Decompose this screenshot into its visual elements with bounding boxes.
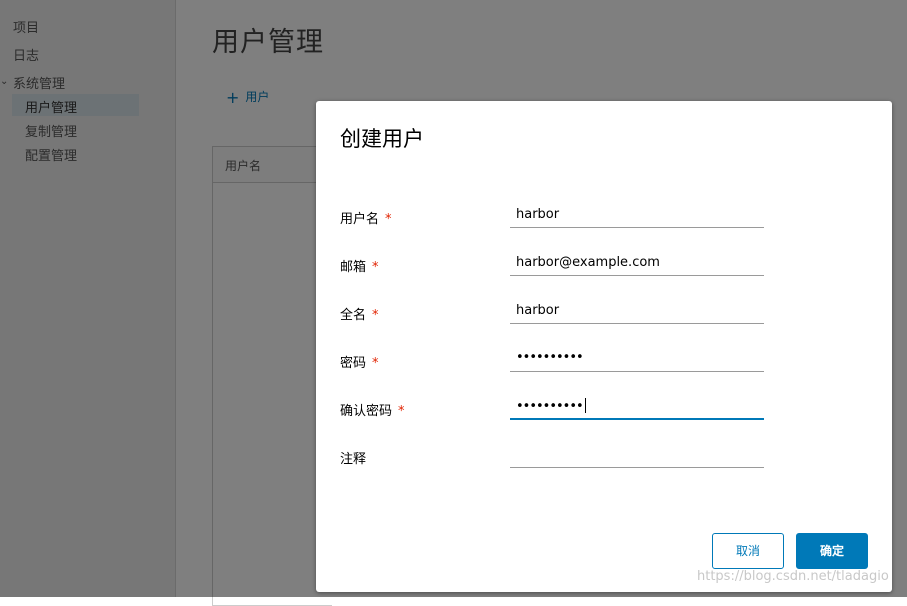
comment-input[interactable] xyxy=(510,442,764,468)
dialog-title: 创建用户 xyxy=(340,127,424,151)
fullname-input[interactable] xyxy=(510,298,764,324)
username-label: 用户名 xyxy=(340,212,380,227)
username-input[interactable] xyxy=(510,202,764,228)
email-label: 邮箱 xyxy=(340,260,367,275)
required-mark: * xyxy=(372,356,379,371)
create-user-dialog: 创建用户 用户名 * 邮箱 * 全名 * 密码 * •••••••••• 确认密码 * •… xyxy=(316,101,892,592)
email-label-wrap: 邮箱 * xyxy=(340,256,379,275)
form-row-password: 密码 * •••••••••• xyxy=(316,346,892,386)
confirm-password-value-wrap: •••••••••• xyxy=(516,398,586,414)
ok-button[interactable]: 确定 xyxy=(796,533,868,569)
fullname-label-wrap: 全名 * xyxy=(340,304,379,323)
form-row-email: 邮箱 * xyxy=(316,250,892,290)
form-row-comment: 注释 xyxy=(316,442,892,482)
required-mark: * xyxy=(372,308,379,323)
password-label-wrap: 密码 * xyxy=(340,352,379,371)
cancel-button[interactable]: 取消 xyxy=(712,533,784,569)
username-label-wrap: 用户名 * xyxy=(340,208,392,227)
comment-label: 注释 xyxy=(340,452,367,467)
required-mark: * xyxy=(398,404,405,419)
text-caret xyxy=(584,398,586,413)
fullname-label: 全名 xyxy=(340,308,367,323)
form-row-confirm-password: 确认密码 * •••••••••• xyxy=(316,394,892,434)
form-row-fullname: 全名 * xyxy=(316,298,892,338)
required-mark: * xyxy=(372,260,379,275)
confirm-password-value: •••••••••• xyxy=(516,399,584,414)
confirm-password-label-wrap: 确认密码 * xyxy=(340,400,405,419)
watermark: https://blog.csdn.net/tladagio xyxy=(697,569,889,584)
confirm-password-label: 确认密码 xyxy=(340,404,393,419)
form-row-username: 用户名 * xyxy=(316,202,892,242)
required-mark: * xyxy=(385,212,392,227)
email-input[interactable] xyxy=(510,250,764,276)
password-label: 密码 xyxy=(340,356,367,371)
password-value: •••••••••• xyxy=(516,350,584,365)
